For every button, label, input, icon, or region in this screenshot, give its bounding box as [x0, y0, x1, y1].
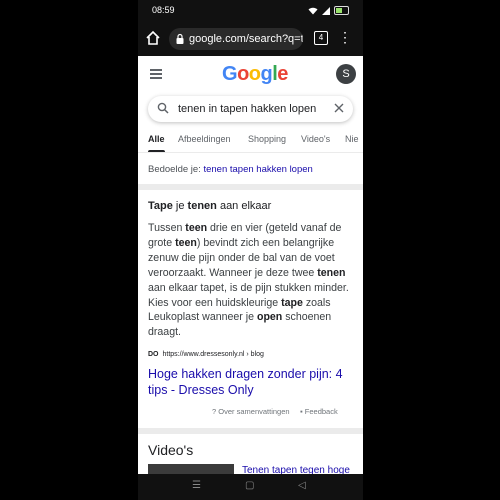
did-you-mean-prefix: Bedoelde je: [148, 164, 201, 175]
recent-apps-icon[interactable]: ☰ [192, 480, 201, 491]
search-tabs: Alle Afbeeldingen Shopping Video's Nie [138, 130, 363, 153]
snippet-bold: tenen [317, 266, 346, 279]
avatar[interactable]: S [336, 64, 356, 84]
android-nav-bar: ☰ ▢ ◁ [138, 474, 363, 500]
lock-icon [176, 33, 184, 44]
tab-shopping[interactable]: Shopping [248, 134, 286, 144]
google-header: Google S [138, 56, 363, 92]
browser-toolbar: google.com/search?q=te 4 ⋮ [138, 22, 363, 56]
did-you-mean: Bedoelde je: tenen tapen hakken lopen [148, 164, 313, 175]
snippet-bold: teen [175, 236, 197, 249]
more-menu-icon[interactable]: ⋮ [338, 30, 352, 44]
tab-images[interactable]: Afbeeldingen [178, 134, 231, 144]
feedback-icon: ▪ [300, 407, 303, 416]
snippet-text: Tussen [148, 222, 186, 234]
feedback-link[interactable]: ▪ Feedback [300, 407, 338, 416]
divider [138, 184, 363, 190]
about-snippets-label: Over samenvattingen [218, 407, 290, 416]
did-you-mean-link[interactable]: tenen tapen hakken lopen [203, 164, 312, 175]
snippet-body: Tussen teen drie en vier (geteld vanaf d… [148, 221, 354, 340]
home-nav-icon[interactable]: ▢ [245, 480, 254, 491]
logo-letter: o [237, 63, 249, 85]
snippet-bold: teen [185, 222, 208, 234]
search-input[interactable] [178, 100, 328, 118]
url-text: google.com/search?q=te [189, 33, 303, 45]
snippet-bold: tape [281, 296, 303, 309]
site-favicon: DO [148, 351, 159, 358]
source-url: https://www.dressesonly.nl › blog [162, 351, 264, 358]
snippet-bold: open [256, 311, 283, 324]
about-snippets-link[interactable]: ? Over samenvattingen [212, 407, 290, 416]
hamburger-menu-icon[interactable] [150, 69, 162, 79]
logo-letter: G [222, 63, 238, 85]
tab-switcher-button[interactable]: 4 [314, 31, 328, 45]
clear-icon[interactable] [333, 102, 345, 114]
question-icon: ? [212, 407, 217, 416]
phone-screen: 08:59 google.com/search?q=te 4 ⋮ Google … [138, 0, 363, 500]
result-source[interactable]: DO https://www.dressesonly.nl › blog [148, 351, 264, 358]
divider [138, 428, 363, 434]
search-box [148, 96, 353, 122]
url-bar[interactable]: google.com/search?q=te [169, 28, 303, 50]
featured-snippet: Tape je tenen aan elkaar Tussen teen dri… [148, 200, 354, 416]
tab-all[interactable]: Alle [148, 134, 165, 152]
logo-letter: g [260, 63, 273, 85]
signal-icon [322, 6, 330, 15]
search-icon[interactable] [157, 102, 169, 114]
tab-videos[interactable]: Video's [301, 134, 330, 144]
feedback-label: Feedback [304, 407, 338, 416]
snippet-title-text: aan elkaar [216, 200, 272, 212]
videos-section-title: Video's [148, 442, 194, 458]
status-icons [308, 6, 349, 15]
status-time: 08:59 [152, 5, 175, 15]
status-bar: 08:59 [138, 0, 363, 22]
logo-letter: e [277, 63, 288, 85]
result-title-link[interactable]: Hoge hakken dragen zonder pijn: 4 tips -… [148, 366, 354, 398]
snippet-title-bold: Tape [148, 200, 173, 212]
snippet-title: Tape je tenen aan elkaar [148, 200, 354, 212]
home-icon[interactable] [144, 29, 162, 47]
tab-news[interactable]: Nie [345, 134, 359, 144]
snippet-footer: ? Over samenvattingen ▪ Feedback [212, 407, 338, 416]
snippet-title-text: je [172, 200, 188, 212]
wifi-icon [308, 7, 318, 14]
battery-icon [334, 6, 349, 15]
snippet-title-bold: tenen [187, 200, 217, 212]
logo-letter: o [248, 63, 261, 85]
google-logo[interactable]: Google [222, 63, 288, 86]
back-icon[interactable]: ◁ [298, 480, 306, 491]
